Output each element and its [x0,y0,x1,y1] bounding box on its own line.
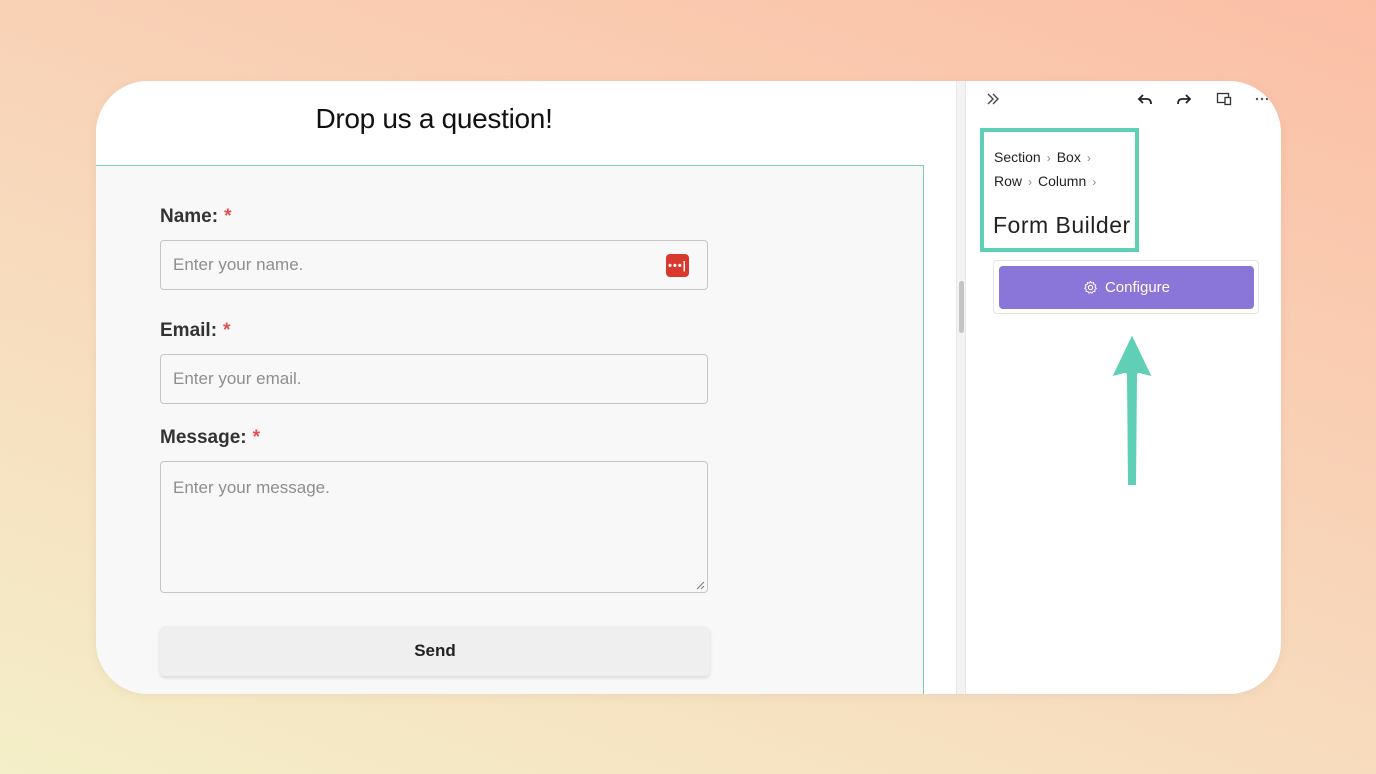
breadcrumb-highlight: Section › Box › Row › Column › Form Builder [980,128,1139,252]
required-mark: * [224,206,232,227]
breadcrumb-section[interactable]: Section [994,149,1041,165]
resize-handle-icon[interactable] [695,580,705,590]
editor-canvas: Drop us a question! Name: * Enter your na… [96,81,956,694]
name-placeholder: Enter your name. [173,255,304,274]
arrow-up-icon [1107,329,1157,489]
email-input[interactable]: Enter your email. [160,354,708,404]
message-placeholder: Enter your message. [173,478,330,497]
breadcrumb-row[interactable]: Row [994,173,1022,189]
breadcrumb: Section › Box › [994,149,1091,165]
breadcrumb-column[interactable]: Column [1038,173,1086,189]
panel-title: Form Builder [993,212,1131,238]
panel-splitter[interactable] [956,81,966,694]
scrollbar-thumb[interactable] [959,281,964,333]
form-container[interactable]: Name: * Enter your name. •••| Email: * Ent… [96,165,924,694]
email-placeholder: Enter your email. [173,369,302,388]
message-textarea[interactable]: Enter your message. [160,461,708,593]
responsive-preview-icon[interactable] [1215,90,1233,108]
gear-icon [1084,280,1097,294]
configure-container: Configure [993,260,1259,314]
send-button[interactable]: Send [160,626,710,676]
password-manager-icon[interactable]: •••| [666,254,689,277]
email-label: Email: * [160,320,231,341]
name-input[interactable]: Enter your name. •••| [160,240,708,290]
breadcrumb-box[interactable]: Box [1057,149,1081,165]
redo-icon[interactable] [1175,90,1193,108]
breadcrumb: Row › Column › [994,173,1097,189]
app-window: Drop us a question! Name: * Enter your na… [96,81,1281,694]
expand-icon[interactable] [984,90,1002,108]
form-heading: Drop us a question! [315,103,553,134]
required-mark: * [223,320,231,341]
message-label: Message: * [160,427,261,448]
name-label: Name: * [160,206,232,227]
undo-icon[interactable] [1136,90,1154,108]
required-mark: * [252,427,261,448]
configure-label: Configure [1104,279,1171,296]
more-icon[interactable] [1253,90,1271,108]
configure-button[interactable]: Configure [999,266,1254,309]
